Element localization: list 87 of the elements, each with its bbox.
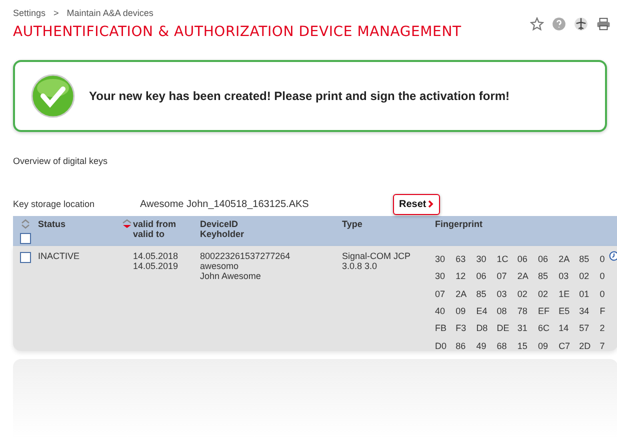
- fingerprint-byte: E5: [558, 306, 570, 316]
- fingerprint-byte: 02: [579, 271, 590, 282]
- page-title: AUTHENTIFICATION & AUTHORIZATION DEVICE MANAGEMENT: [13, 24, 462, 40]
- breadcrumb-link[interactable]: Maintain A&A devices: [66, 8, 154, 18]
- fingerprint-byte: 85: [579, 254, 590, 264]
- fingerprint-byte: 57: [579, 323, 590, 334]
- fingerprint-byte: D8: [476, 323, 488, 334]
- column-header[interactable]: Type: [342, 219, 435, 246]
- row-checkbox[interactable]: [20, 252, 31, 263]
- fingerprint-byte: E4: [476, 306, 488, 316]
- device-cell-text: John Awesome: [200, 271, 262, 281]
- status-cell-text: INACTIVE: [38, 251, 81, 263]
- column-header[interactable]: DeviceID: [200, 219, 342, 229]
- fingerprint-byte: EF: [538, 306, 550, 316]
- fingerprint-byte: 08: [496, 306, 507, 316]
- fingerprint-byte: 1E: [558, 288, 570, 299]
- fingerprint-byte: 09: [538, 340, 548, 351]
- fingerprint-byte: 03: [558, 271, 569, 282]
- device-cell-text: 800223261537277264: [200, 251, 292, 261]
- select-all-checkbox[interactable]: [20, 233, 31, 244]
- device-cell-text: awesomo: [200, 261, 240, 271]
- fingerprint-byte: F3: [456, 323, 466, 334]
- fingerprint-byte: 01: [579, 288, 590, 299]
- fingerprint-byte: 7: [600, 340, 605, 351]
- column-header[interactable]: Keyholder: [200, 229, 342, 239]
- fingerprint-byte: DE: [496, 323, 510, 334]
- fingerprint-byte: 06: [538, 254, 548, 264]
- fingerprint-byte: 6C: [538, 323, 550, 334]
- fingerprint-byte: 2A: [517, 271, 528, 282]
- fingerprint-byte: 2: [600, 323, 605, 334]
- fingerprint-byte: 07: [496, 271, 507, 282]
- success-message: Your new key has been created! Please print and sign the activation form!: [89, 89, 510, 103]
- fingerprint-byte: FB: [435, 323, 447, 334]
- breadcrumb-link[interactable]: Settings: [13, 8, 46, 18]
- column-header[interactable]: valid from: [133, 219, 176, 229]
- fingerprint-byte: C7: [558, 340, 570, 351]
- fingerprint-byte: D0: [435, 340, 447, 351]
- fingerprint-byte: 0: [600, 271, 605, 282]
- fingerprint-byte: F: [600, 306, 606, 316]
- fingerprint-byte: 85: [476, 288, 486, 299]
- fingerprint-byte: 07: [435, 288, 446, 299]
- fingerprint-byte: 2D: [579, 340, 591, 351]
- date-cell-text: 14.05.2019: [133, 261, 180, 271]
- fingerprint-byte: 06: [517, 254, 528, 264]
- fingerprint-byte: 02: [538, 288, 548, 299]
- table-row[interactable]: [13, 246, 617, 351]
- fingerprint-byte: 15: [517, 340, 528, 351]
- date-cell-text: 14.05.2018: [133, 251, 180, 261]
- fingerprint-byte: 78: [517, 306, 528, 316]
- fingerprint-byte: 31: [517, 323, 528, 334]
- fingerprint-byte: 1C: [496, 254, 508, 264]
- fingerprint-byte: 30: [435, 254, 446, 264]
- airplane-icon[interactable]: [574, 17, 588, 31]
- print-icon[interactable]: [596, 17, 611, 31]
- fingerprint-byte: 86: [456, 340, 466, 351]
- section-title: Overview of digital keys: [13, 156, 109, 166]
- fingerprint-byte: 02: [517, 288, 528, 299]
- fingerprint-byte: 30: [476, 254, 486, 264]
- fingerprint-byte: 34: [579, 306, 590, 316]
- column-header[interactable]: Fingerprint: [435, 219, 617, 246]
- fingerprint-byte: 85: [538, 271, 548, 282]
- reset-button[interactable]: Reset: [393, 194, 440, 214]
- fingerprint-byte: 0: [600, 288, 605, 299]
- chevron-icon: [428, 200, 434, 208]
- fingerprint-byte: 63: [456, 254, 466, 264]
- checkmark-icon: [31, 74, 75, 118]
- fingerprint-byte: 14: [558, 323, 569, 334]
- fingerprint-byte: 03: [496, 288, 507, 299]
- fingerprint-byte: 2A: [456, 288, 467, 299]
- fingerprint-byte: 30: [435, 271, 446, 282]
- fingerprint-byte: 40: [435, 306, 446, 316]
- fingerprint-byte: 06: [476, 271, 486, 282]
- star-icon[interactable]: [530, 17, 544, 31]
- fingerprint-byte: 0: [600, 254, 605, 264]
- fingerprint-byte: 68: [496, 340, 507, 351]
- fingerprint-byte: 2A: [558, 254, 570, 264]
- type-cell-text: Signal-COM JCP 3.0.8 3.0: [342, 251, 412, 273]
- breadcrumb-separator: >: [54, 8, 59, 18]
- column-header[interactable]: Status: [38, 219, 122, 246]
- column-header[interactable]: valid to: [133, 229, 176, 239]
- fingerprint-byte: 49: [476, 340, 486, 351]
- clock-icon[interactable]: [609, 251, 617, 261]
- sort-icon[interactable]: [122, 219, 132, 229]
- fingerprint-byte: 09: [456, 306, 466, 316]
- field-value: Awesome John_140518_163125.AKS: [140, 198, 310, 210]
- field-label: Key storage location: [13, 199, 96, 209]
- fingerprint-byte: 12: [456, 271, 466, 282]
